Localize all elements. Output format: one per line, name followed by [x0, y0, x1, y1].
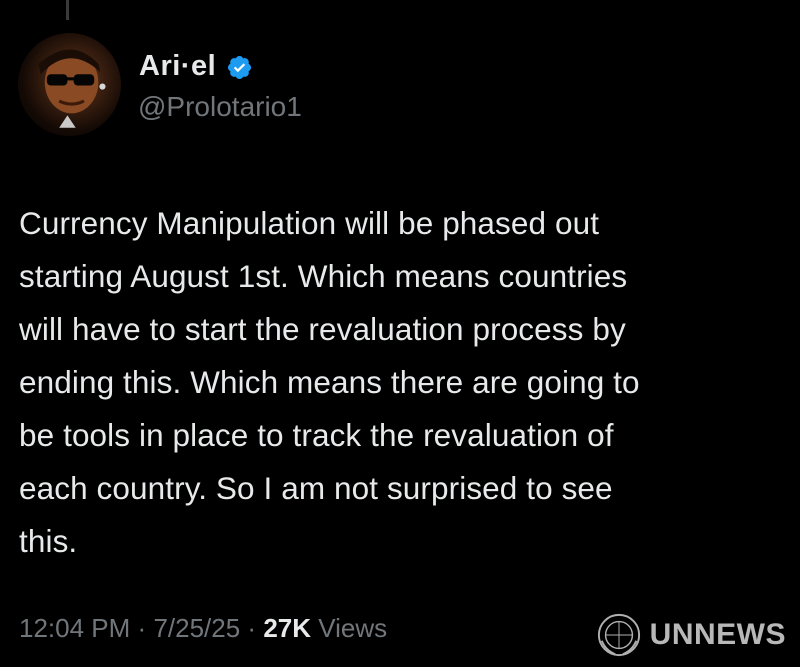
meta-separator: · [247, 613, 257, 643]
thread-line [66, 0, 69, 20]
display-name[interactable]: Ari·el [139, 50, 216, 83]
avatar[interactable] [18, 33, 121, 136]
user-handle[interactable]: @Prolotario1 [138, 91, 302, 123]
watermark-text: UNNEWS [649, 618, 786, 651]
views-count: 27K [263, 613, 312, 643]
tweet-date[interactable]: 7/25/25 [153, 613, 240, 643]
tweet-time[interactable]: 12:04 PM [19, 613, 130, 643]
views-label: Views [318, 613, 388, 643]
verified-badge-icon [227, 55, 252, 80]
un-emblem-icon [597, 613, 640, 657]
avatar-image [38, 49, 106, 128]
tweet-meta: 12:04 PM · 7/25/25 · 27K Views [19, 613, 387, 644]
watermark: UNNEWS [596, 612, 786, 658]
tweet-text: Currency Manipulation will be phased out… [19, 205, 640, 559]
meta-separator: · [137, 613, 147, 643]
